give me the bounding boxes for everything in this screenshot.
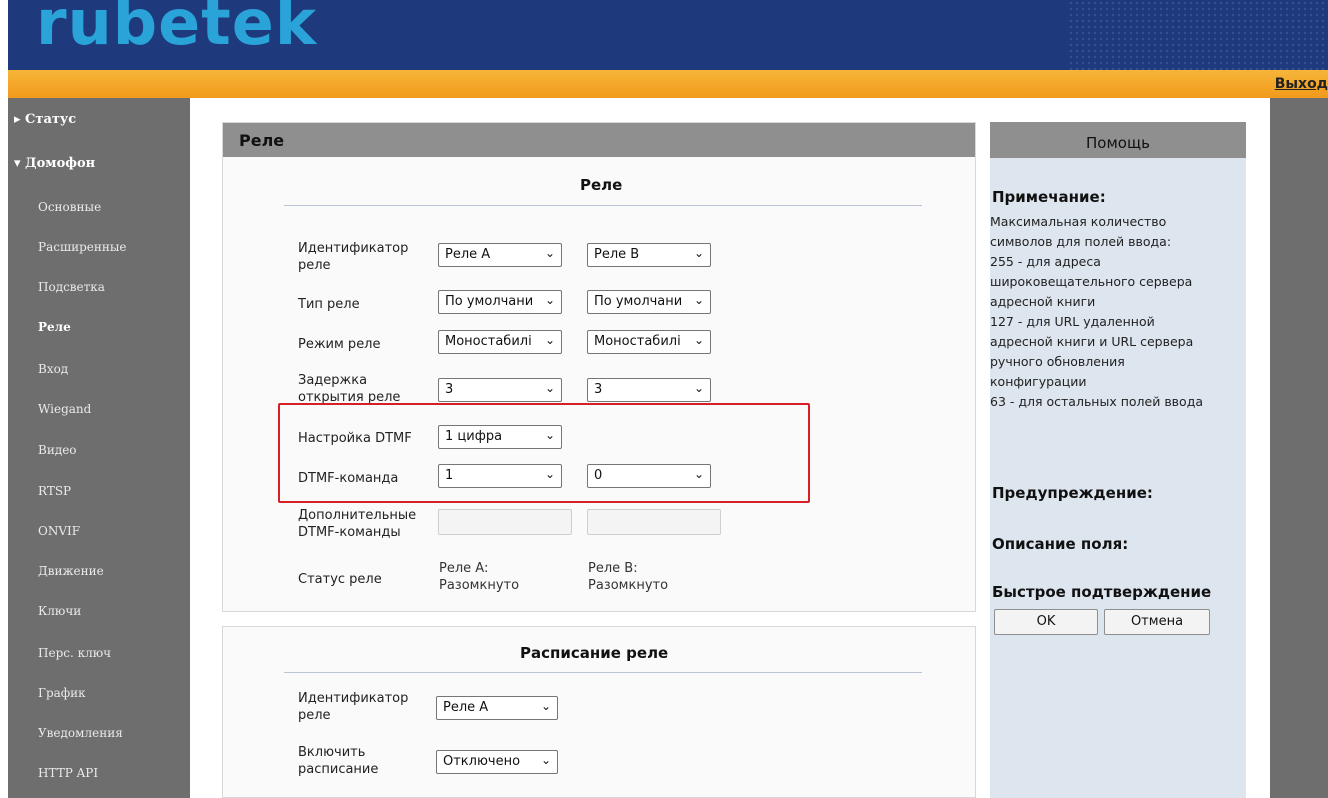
logo: rubetek xyxy=(36,0,318,59)
chevron-down-icon: ⌄ xyxy=(693,381,704,395)
chevron-down-icon: ⌄ xyxy=(540,753,551,767)
relay-id-b-select[interactable]: Реле B ⌄ xyxy=(587,243,711,267)
schedule-section-divider xyxy=(284,672,922,673)
extra-dtmf-label: Дополнительные DTMF-команды xyxy=(298,508,417,540)
help-panel: Помощь Примечание: Максимальная количест… xyxy=(990,122,1246,798)
header-pattern xyxy=(1068,0,1328,70)
help-note-text: Максимальная количество символов для пол… xyxy=(990,214,1204,409)
schedule-section-title: Расписание реле xyxy=(520,644,669,662)
sidebar-group-status[interactable]: ▸ Статус xyxy=(14,112,76,127)
chevron-down-icon: ⌄ xyxy=(693,293,704,307)
relay-b-status: Реле B: Разомкнуто xyxy=(588,561,669,593)
help-note-heading: Примечание: xyxy=(992,188,1106,206)
sidebar-item-http-api[interactable]: HTTP API xyxy=(38,766,98,780)
extra-dtmf-a-input[interactable] xyxy=(438,509,572,535)
relay-mode-a-select[interactable]: Моностабилі ⌄ xyxy=(438,330,562,354)
help-ok-button[interactable]: OK xyxy=(994,609,1098,635)
help-quick-confirm-heading: Быстрое подтверждение xyxy=(992,583,1212,601)
help-cancel-button[interactable]: Отмена xyxy=(1104,609,1210,635)
sidebar-item-relay[interactable]: Реле xyxy=(38,320,71,334)
chevron-down-icon: ⌄ xyxy=(693,333,704,347)
chevron-down-icon: ⌄ xyxy=(544,333,555,347)
extra-dtmf-b-input[interactable] xyxy=(587,509,721,535)
sidebar-item-personal-key[interactable]: Перс. ключ xyxy=(38,646,111,660)
sidebar-item-basic[interactable]: Основные xyxy=(38,200,101,214)
chevron-down-icon: ⌄ xyxy=(693,246,704,260)
relay-type-label: Тип реле xyxy=(298,297,360,312)
relay-id-label: Идентификатор реле xyxy=(298,241,409,273)
header: rubetek xyxy=(8,0,1328,70)
relay-delay-label: Задержка открытия реле xyxy=(298,373,401,405)
sidebar-item-advanced[interactable]: Расширенные xyxy=(38,240,127,254)
relay-panel-header: Реле xyxy=(223,123,975,157)
relay-delay-a-select[interactable]: 3 ⌄ xyxy=(438,378,562,402)
relay-id-a-select[interactable]: Реле A ⌄ xyxy=(438,243,562,267)
relay-panel-title: Реле xyxy=(239,131,285,150)
schedule-enable-label: Включить расписание xyxy=(298,745,379,777)
schedule-enable-select[interactable]: Отключено ⌄ xyxy=(436,750,558,774)
relay-type-b-select[interactable]: По умолчани ⌄ xyxy=(587,290,711,314)
sidebar-item-keys[interactable]: Ключи xyxy=(38,604,81,618)
schedule-relay-id-select[interactable]: Реле A ⌄ xyxy=(436,696,558,720)
sidebar-item-motion[interactable]: Движение xyxy=(38,564,104,578)
help-panel-title: Помощь xyxy=(1086,134,1150,152)
sidebar-item-notifications[interactable]: Уведомления xyxy=(38,726,123,740)
sidebar-item-schedule[interactable]: График xyxy=(38,686,86,700)
right-gutter xyxy=(1270,98,1328,798)
chevron-down-icon: ⌄ xyxy=(540,699,551,713)
sidebar-item-rtsp[interactable]: RTSP xyxy=(38,484,71,498)
schedule-relay-id-label: Идентификатор реле xyxy=(298,691,409,723)
relay-status-label: Статус реле xyxy=(298,572,382,587)
sidebar-item-video[interactable]: Видео xyxy=(38,443,77,457)
relay-a-status: Реле A: Разомкнуто xyxy=(439,561,520,593)
top-bar xyxy=(8,70,1328,98)
sidebar-item-input[interactable]: Вход xyxy=(38,362,68,376)
help-warning-heading: Предупреждение: xyxy=(992,484,1153,502)
relay-section-divider xyxy=(284,205,922,206)
chevron-down-icon: ⌄ xyxy=(544,293,555,307)
chevron-down-icon: ⌄ xyxy=(544,381,555,395)
relay-mode-b-select[interactable]: Моностабилі ⌄ xyxy=(587,330,711,354)
dtmf-highlight-box xyxy=(278,403,810,503)
sidebar-item-wiegand[interactable]: Wiegand xyxy=(38,402,91,416)
relay-section-title: Реле xyxy=(580,176,623,194)
relay-type-a-select[interactable]: По умолчани ⌄ xyxy=(438,290,562,314)
sidebar-item-onvif[interactable]: ONVIF xyxy=(38,524,80,538)
logout-link[interactable]: Выход xyxy=(1275,76,1328,92)
sidebar-item-backlight[interactable]: Подсветка xyxy=(38,280,105,294)
relay-delay-b-select[interactable]: 3 ⌄ xyxy=(587,378,711,402)
help-field-desc-heading: Описание поля: xyxy=(992,535,1129,553)
sidebar-group-intercom[interactable]: ▾ Домофон xyxy=(14,156,95,171)
relay-mode-label: Режим реле xyxy=(298,337,381,352)
chevron-down-icon: ⌄ xyxy=(544,246,555,260)
help-panel-header: Помощь xyxy=(990,122,1246,158)
